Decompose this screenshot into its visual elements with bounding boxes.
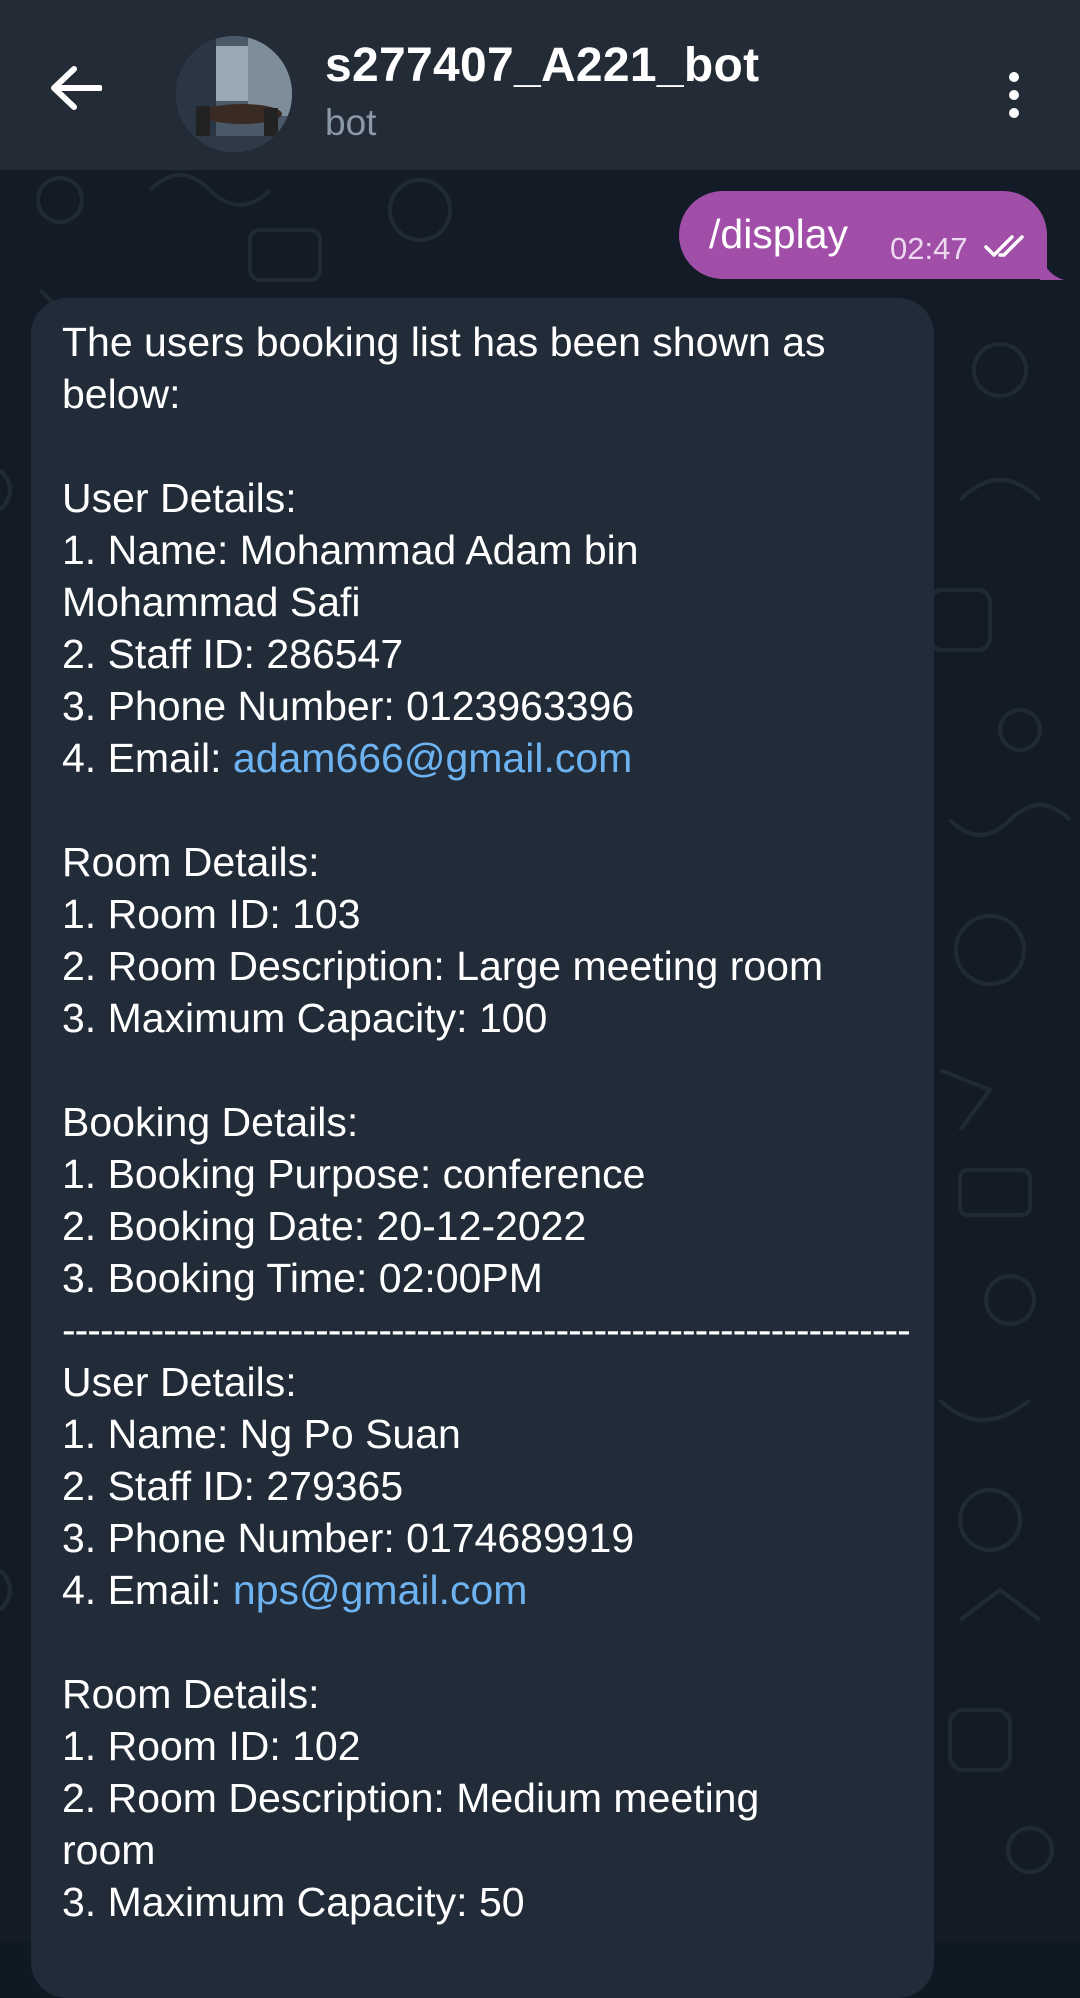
outgoing-message[interactable]: /display 02:47 bbox=[679, 191, 1047, 279]
text-line: 3. Maximum Capacity: 50 bbox=[62, 1879, 525, 1925]
text-line: 1. Room ID: 102 bbox=[62, 1723, 361, 1769]
text-line: 2. Room Description: Large meeting room bbox=[62, 943, 824, 989]
text-line: 3. Booking Time: 02:00PM bbox=[62, 1255, 543, 1301]
email-label: 4. Email: bbox=[62, 735, 233, 781]
email-line: 4. Email: nps@gmail.com bbox=[62, 1564, 922, 1616]
section-heading: Room Details: bbox=[62, 1671, 320, 1717]
chat-title: s277407_A221_bot bbox=[325, 39, 760, 92]
chat-header: s277407_A221_bot bot bbox=[0, 0, 1080, 170]
chat-subtitle: bot bbox=[325, 102, 377, 143]
text-line: below: bbox=[62, 371, 181, 417]
text-line: 3. Maximum Capacity: 100 bbox=[62, 995, 548, 1041]
email-link[interactable]: nps@gmail.com bbox=[233, 1567, 528, 1613]
separator-line: ----------------------------------------… bbox=[62, 1307, 911, 1353]
arrow-left-icon bbox=[51, 66, 102, 110]
email-link[interactable]: adam666@gmail.com bbox=[233, 735, 632, 781]
text-line: 1. Name: Mohammad Adam bin bbox=[62, 527, 639, 573]
text-line: The users booking list has been shown as bbox=[62, 319, 826, 365]
section-heading: User Details: bbox=[62, 475, 297, 521]
avatar[interactable] bbox=[176, 36, 292, 152]
section-heading: Room Details: bbox=[62, 839, 320, 885]
text-line: 2. Room Description: Medium meeting bbox=[62, 1775, 760, 1821]
incoming-message[interactable]: The users booking list has been shown as… bbox=[31, 298, 934, 1998]
text-line: 2. Staff ID: 279365 bbox=[62, 1463, 404, 1509]
text-line: 1. Room ID: 103 bbox=[62, 891, 361, 937]
more-options-icon[interactable] bbox=[990, 60, 1038, 130]
avatar-image bbox=[176, 36, 292, 152]
bubble-tail bbox=[1040, 250, 1064, 280]
section-heading: User Details: bbox=[62, 1359, 297, 1405]
text-line: room bbox=[62, 1827, 156, 1873]
text-line: 3. Phone Number: 0123963396 bbox=[62, 683, 635, 729]
outgoing-message-text: /display bbox=[709, 211, 849, 257]
double-check-icon bbox=[984, 235, 1024, 257]
text-line: 1. Name: Ng Po Suan bbox=[62, 1411, 461, 1457]
section-heading: Booking Details: bbox=[62, 1099, 359, 1145]
text-line: Mohammad Safi bbox=[62, 579, 361, 625]
text-line: 2. Staff ID: 286547 bbox=[62, 631, 404, 677]
email-line: 4. Email: adam666@gmail.com bbox=[62, 732, 922, 784]
email-label: 4. Email: bbox=[62, 1567, 233, 1613]
message-time: 02:47 bbox=[890, 231, 968, 266]
message-body: The users booking list has been shown as… bbox=[62, 316, 922, 1928]
text-line: 2. Booking Date: 20-12-2022 bbox=[62, 1203, 587, 1249]
back-button[interactable] bbox=[40, 52, 112, 124]
text-line: 1. Booking Purpose: conference bbox=[62, 1151, 646, 1197]
text-line: 3. Phone Number: 0174689919 bbox=[62, 1515, 635, 1561]
